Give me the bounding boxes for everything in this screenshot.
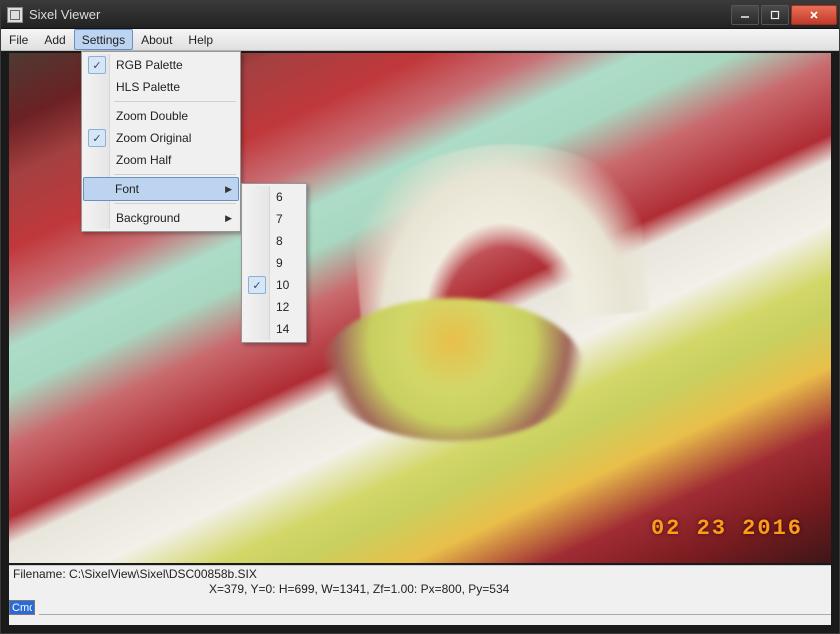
minimize-button[interactable] <box>731 5 759 25</box>
menuitem-font-14[interactable]: 14 <box>244 318 304 340</box>
menubar: File Add Settings About Help <box>1 29 839 51</box>
menuitem-font-8[interactable]: 8 <box>244 230 304 252</box>
menu-help[interactable]: Help <box>180 29 221 50</box>
menuitem-font-10[interactable]: ✓ 10 <box>244 274 304 296</box>
menu-file[interactable]: File <box>1 29 36 50</box>
settings-dropdown: ✓ RGB Palette HLS Palette Zoom Double ✓ … <box>81 51 241 232</box>
menu-add[interactable]: Add <box>36 29 73 50</box>
check-icon: ✓ <box>88 129 106 147</box>
menuitem-rgb-palette[interactable]: ✓ RGB Palette <box>84 54 238 76</box>
menuitem-font-6[interactable]: 6 <box>244 186 304 208</box>
image-datestamp: 02 23 2016 <box>651 516 803 541</box>
separator <box>114 203 236 204</box>
app-window: Sixel Viewer File Add Settings About Hel… <box>0 0 840 634</box>
menuitem-zoom-double[interactable]: Zoom Double <box>84 105 238 127</box>
menuitem-font-12[interactable]: 12 <box>244 296 304 318</box>
maximize-button[interactable] <box>761 5 789 25</box>
menuitem-background[interactable]: Background ▶ <box>84 207 238 229</box>
menu-settings[interactable]: Settings <box>74 29 133 50</box>
menuitem-hls-palette[interactable]: HLS Palette <box>84 76 238 98</box>
status-metrics: X=379, Y=0: H=699, W=1341, Zf=1.00: Px=8… <box>209 582 509 598</box>
submenu-arrow-icon: ▶ <box>225 184 232 195</box>
cmd-input[interactable] <box>9 600 35 615</box>
font-dropdown: 6 7 8 9 ✓ 10 12 14 <box>241 183 307 343</box>
statusbar: Filename: C:\SixelView\Sixel\DSC00858b.S… <box>9 565 831 625</box>
menuitem-font-7[interactable]: 7 <box>244 208 304 230</box>
titlebar[interactable]: Sixel Viewer <box>1 1 839 29</box>
app-icon <box>7 7 23 23</box>
cmd-line[interactable] <box>39 600 831 615</box>
separator <box>114 101 236 102</box>
menuitem-font[interactable]: Font ▶ <box>83 177 239 201</box>
check-icon: ✓ <box>248 276 266 294</box>
check-icon: ✓ <box>88 56 106 74</box>
window-title: Sixel Viewer <box>29 7 100 22</box>
separator <box>114 174 236 175</box>
close-button[interactable] <box>791 5 837 25</box>
menuitem-zoom-half[interactable]: Zoom Half <box>84 149 238 171</box>
window-controls <box>731 5 837 25</box>
submenu-arrow-icon: ▶ <box>225 213 232 224</box>
status-filename: Filename: C:\SixelView\Sixel\DSC00858b.S… <box>13 567 257 581</box>
menuitem-zoom-original[interactable]: ✓ Zoom Original <box>84 127 238 149</box>
menu-about[interactable]: About <box>133 29 180 50</box>
menuitem-font-9[interactable]: 9 <box>244 252 304 274</box>
